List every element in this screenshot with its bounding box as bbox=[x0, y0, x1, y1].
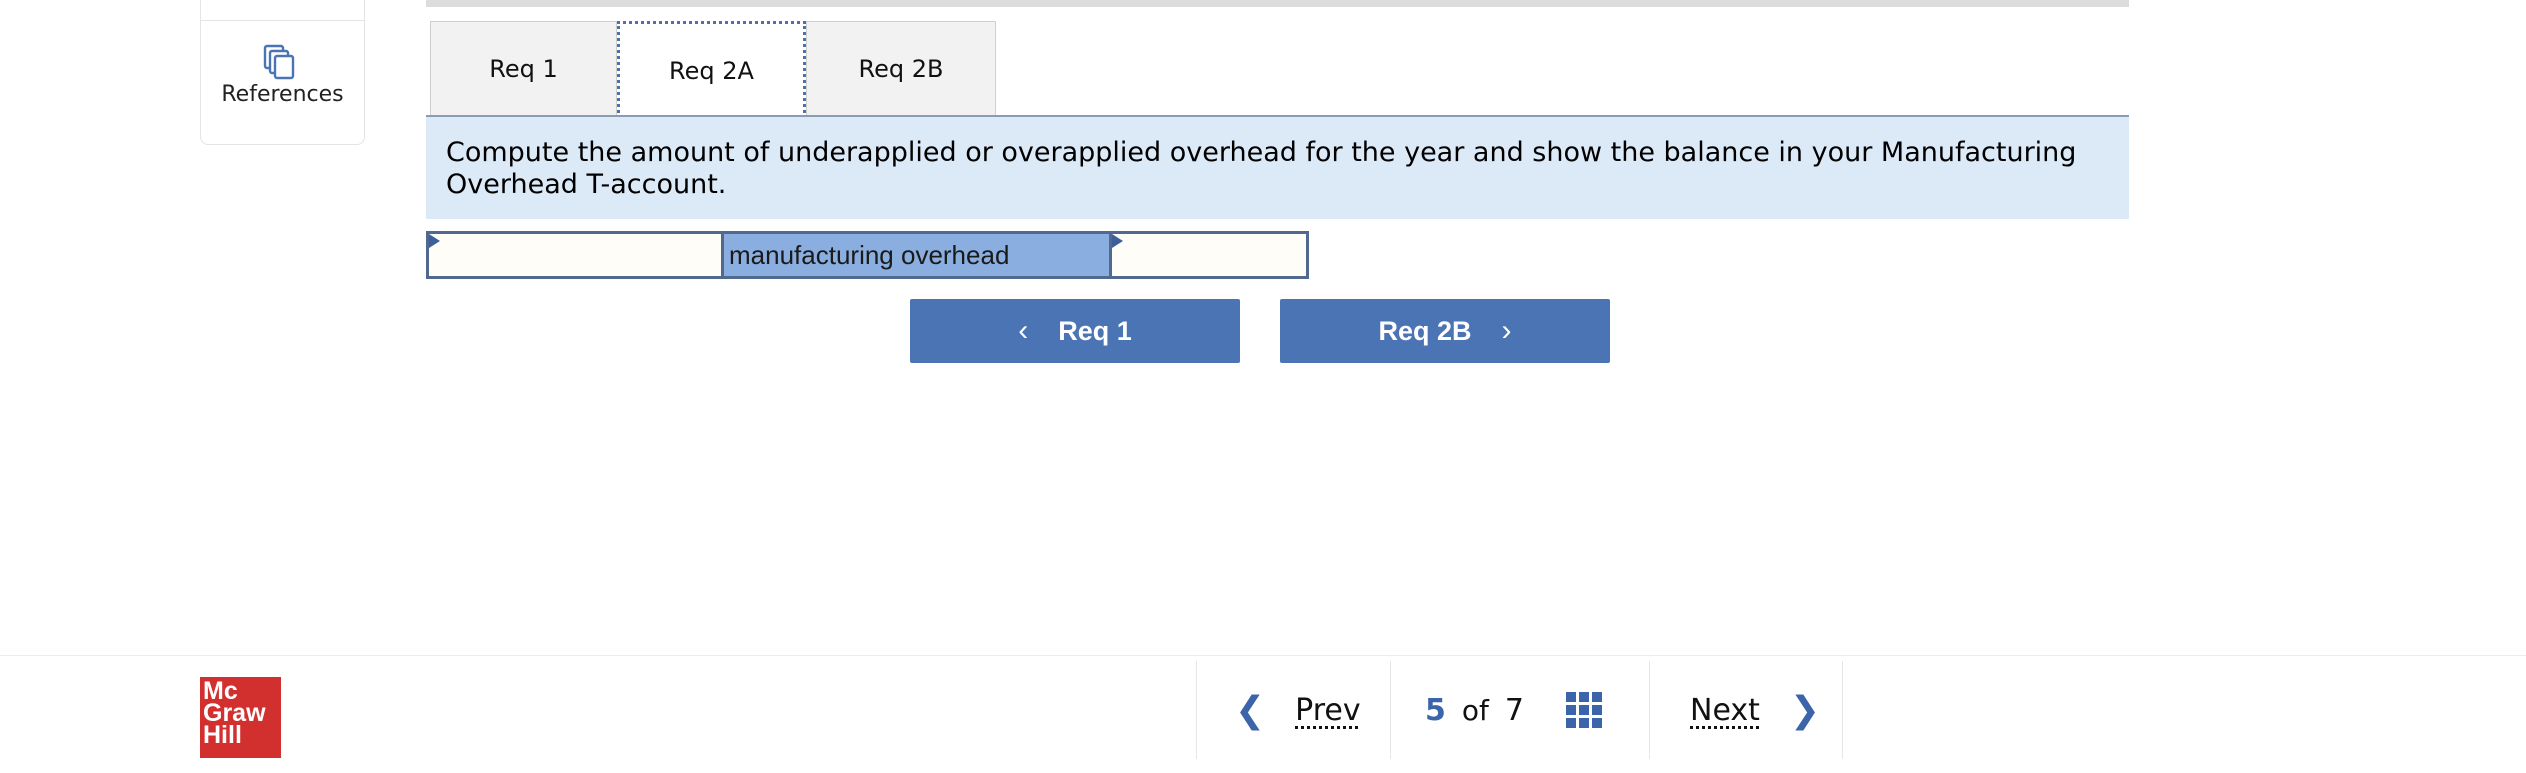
cell-marker-icon bbox=[1112, 234, 1123, 248]
next-req-label: Req 2B bbox=[1378, 315, 1472, 346]
chevron-left-icon: ‹ bbox=[1018, 314, 1029, 347]
page-indicator[interactable]: 5 of 7 bbox=[1390, 661, 1649, 759]
chevron-left-icon: ❮ bbox=[1235, 689, 1266, 731]
next-label: Next bbox=[1690, 692, 1760, 728]
cell-marker-icon bbox=[429, 234, 440, 248]
t-account-left-input[interactable] bbox=[426, 231, 724, 279]
panel-divider bbox=[201, 20, 364, 21]
instruction-text: Compute the amount of underapplied or ov… bbox=[426, 117, 2129, 219]
chevron-right-icon: ❯ bbox=[1789, 689, 1821, 731]
next-question-button[interactable]: Next ❯ bbox=[1649, 661, 1843, 759]
t-account-header: manufacturing overhead bbox=[426, 231, 1309, 279]
t-account-right-input[interactable] bbox=[1109, 231, 1309, 279]
references-panel[interactable]: References bbox=[200, 0, 365, 145]
footer-divider bbox=[0, 655, 2526, 656]
grid-icon[interactable] bbox=[1565, 692, 1602, 728]
next-req-button[interactable]: Req 2B › bbox=[1280, 299, 1610, 363]
prev-question-button[interactable]: ❮ Prev bbox=[1196, 661, 1390, 759]
current-page: 5 bbox=[1425, 692, 1446, 728]
documents-icon bbox=[263, 44, 295, 80]
chevron-right-icon: › bbox=[1501, 314, 1512, 347]
prev-req-label: Req 1 bbox=[1058, 315, 1132, 346]
mcgraw-hill-logo: Mc Graw Hill bbox=[200, 677, 281, 758]
question-pager: ❮ Prev 5 of 7 Next ❯ bbox=[1196, 661, 1843, 759]
tab-req-1[interactable]: Req 1 bbox=[430, 21, 617, 116]
of-label: of bbox=[1461, 693, 1489, 727]
t-account-title: manufacturing overhead bbox=[724, 231, 1109, 279]
tab-req-2a[interactable]: Req 2A bbox=[617, 21, 806, 118]
tab-req-2b[interactable]: Req 2B bbox=[806, 21, 996, 116]
total-pages: 7 bbox=[1504, 692, 1524, 728]
references-label: References bbox=[221, 82, 344, 107]
prev-req-button[interactable]: ‹ Req 1 bbox=[910, 299, 1240, 363]
logo-line-3: Hill bbox=[203, 721, 242, 749]
prev-label: Prev bbox=[1295, 692, 1361, 728]
top-scroll-bar bbox=[426, 0, 2129, 7]
